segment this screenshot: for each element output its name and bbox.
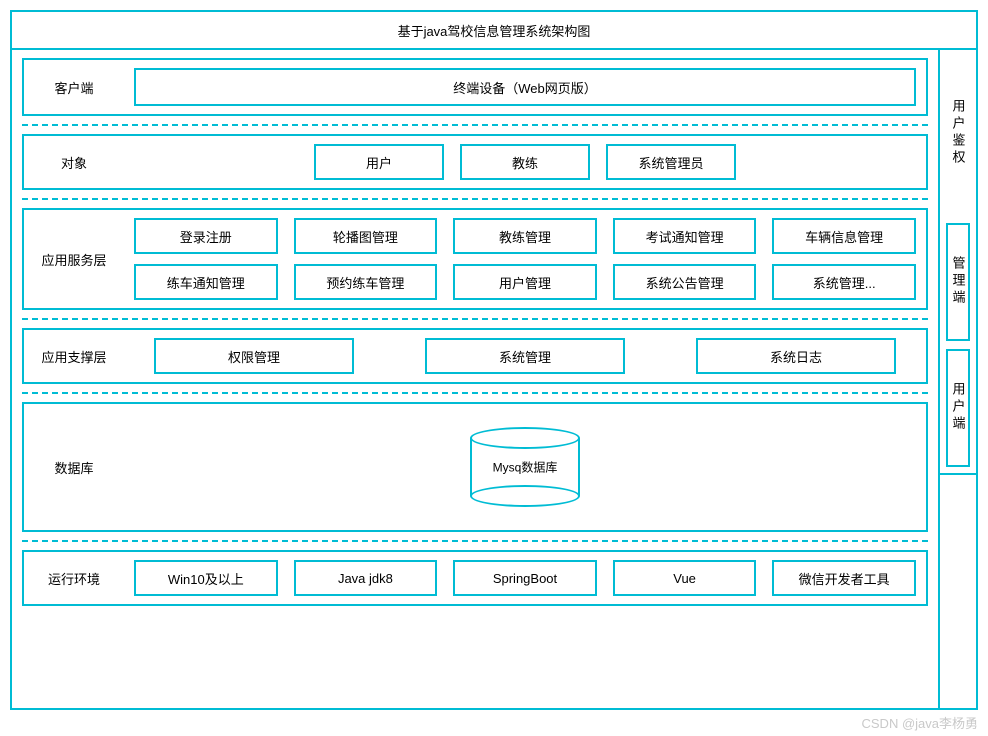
app-coach-mgmt: 教练管理 [453, 218, 597, 254]
divider [22, 392, 928, 394]
app-announcement: 系统公告管理 [613, 264, 757, 300]
env-wechat-devtool: 微信开发者工具 [772, 560, 916, 596]
support-permission: 权限管理 [154, 338, 354, 374]
app-exam-notice: 考试通知管理 [613, 218, 757, 254]
rail-admin-side: 管理端 [946, 223, 970, 341]
env-jdk: Java jdk8 [294, 560, 438, 596]
database-icon: Mysq数据库 [470, 427, 580, 507]
support-log: 系统日志 [696, 338, 896, 374]
title-bar: 基于java驾校信息管理系统架构图 [12, 12, 976, 50]
architecture-diagram: 基于java驾校信息管理系统架构图 客户端 终端设备（Web网页版） 对象 [10, 10, 978, 710]
layer-client: 客户端 终端设备（Web网页版） [22, 58, 928, 116]
diagram-title: 基于java驾校信息管理系统架构图 [398, 21, 591, 40]
env-springboot: SpringBoot [453, 560, 597, 596]
app-login: 登录注册 [134, 218, 278, 254]
app-system-mgmt: 系统管理... [772, 264, 916, 300]
app-practice-notice: 练车通知管理 [134, 264, 278, 300]
database-name: Mysq数据库 [470, 459, 580, 476]
right-rail: 用户鉴权 管理端 用户端 [938, 50, 976, 708]
layer-environment: 运行环境 Win10及以上 Java jdk8 SpringBoot Vue 微… [22, 550, 928, 606]
layer-app-service: 应用服务层 登录注册 轮播图管理 教练管理 考试通知管理 车辆信息管理 练车通知… [22, 208, 928, 310]
layer-label: 应用服务层 [24, 210, 124, 308]
divider [22, 124, 928, 126]
layer-label: 对象 [24, 136, 124, 188]
rail-auth: 用户鉴权 [949, 99, 968, 167]
app-appointment: 预约练车管理 [294, 264, 438, 300]
layer-database: 数据库 Mysq数据库 [22, 402, 928, 532]
env-vue: Vue [613, 560, 757, 596]
object-user: 用户 [314, 144, 444, 180]
rail-user-side: 用户端 [946, 349, 970, 467]
object-admin: 系统管理员 [606, 144, 736, 180]
app-vehicle-info: 车辆信息管理 [772, 218, 916, 254]
client-device: 终端设备（Web网页版） [453, 78, 597, 97]
watermark: CSDN @java李杨勇 [862, 713, 979, 732]
layer-support: 应用支撑层 权限管理 系统管理 系统日志 [22, 328, 928, 384]
support-system: 系统管理 [425, 338, 625, 374]
divider [22, 540, 928, 542]
layer-label: 数据库 [24, 404, 124, 530]
app-carousel: 轮播图管理 [294, 218, 438, 254]
layer-object: 对象 用户 教练 系统管理员 [22, 134, 928, 190]
object-coach: 教练 [460, 144, 590, 180]
divider [22, 318, 928, 320]
layer-label: 运行环境 [24, 552, 124, 604]
env-os: Win10及以上 [134, 560, 278, 596]
layer-label: 客户端 [24, 60, 124, 114]
layer-label: 应用支撑层 [24, 330, 124, 382]
layers-column: 客户端 终端设备（Web网页版） 对象 用户 教练 系统管理员 [12, 50, 938, 708]
app-user-mgmt: 用户管理 [453, 264, 597, 300]
divider [22, 198, 928, 200]
